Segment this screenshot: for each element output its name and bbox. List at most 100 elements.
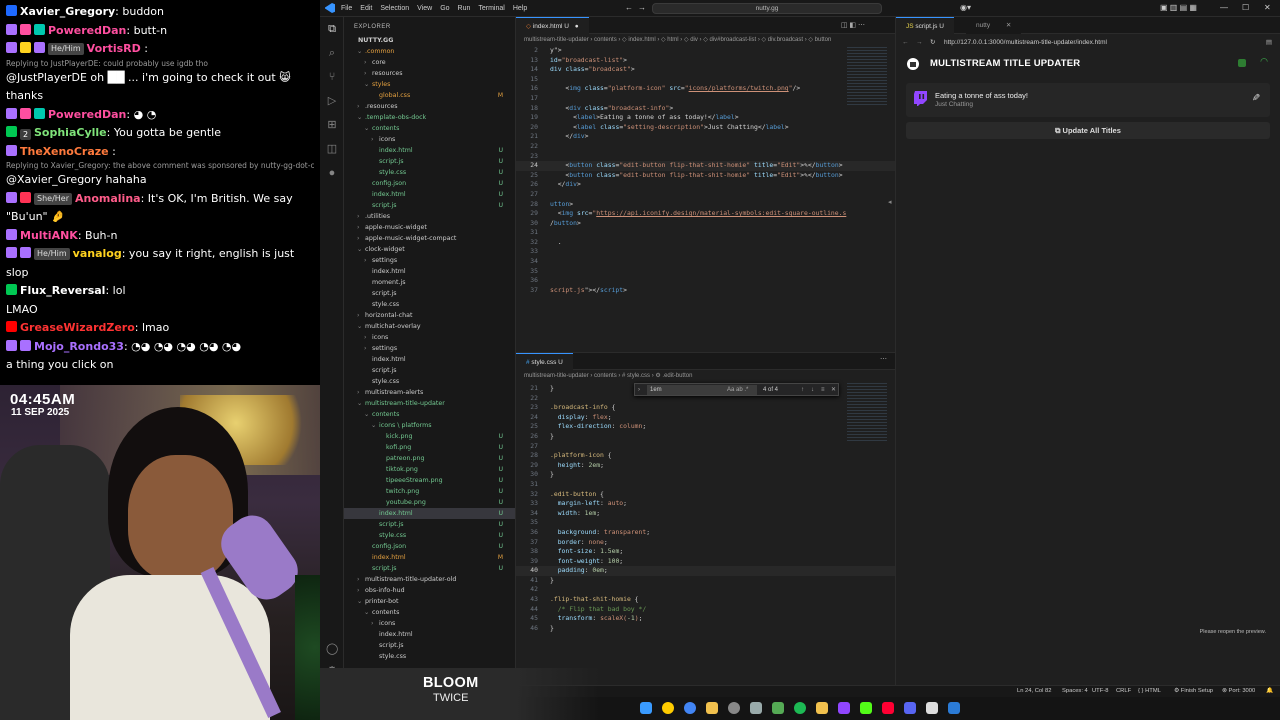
edit-pencil-icon[interactable]: ✎ [1252, 93, 1260, 104]
tab-index-html[interactable]: ◇ index.html U ● [516, 17, 589, 34]
code-line[interactable]: 45 transform: scaleX(-1); [516, 614, 895, 624]
back-icon[interactable]: ← [902, 34, 909, 52]
finish-setup[interactable]: ⚙ Finish Setup [1174, 686, 1213, 697]
code-line[interactable]: 2 y"> [516, 46, 895, 56]
tree-file[interactable]: script.js [344, 288, 515, 299]
code-line[interactable]: 23 [516, 152, 895, 162]
code-line[interactable]: 22 [516, 142, 895, 152]
tree-folder[interactable]: › .resources [344, 101, 515, 112]
code-line[interactable]: 37 script.js"></script> [516, 286, 895, 296]
code-line[interactable]: 18 <div class="broadcast-info"> [516, 104, 895, 114]
code-line[interactable]: 21 </div> [516, 132, 895, 142]
tree-file[interactable]: NUTTY.GG [344, 35, 515, 46]
menu-item-edit[interactable]: Edit [360, 0, 372, 17]
tab-script-js[interactable]: JS script.js U [896, 17, 954, 34]
code-line[interactable]: 44 /* Flip that bad boy */ [516, 605, 895, 615]
code-area[interactable]: 21} 22 23 .broadcast-info {24 display: flex… [516, 384, 895, 633]
minimap[interactable] [847, 47, 887, 107]
source-control-icon[interactable]: ⑂ [326, 71, 338, 83]
code-line[interactable]: 30/button> [516, 219, 895, 229]
code-line[interactable]: 31 [516, 228, 895, 238]
code-area[interactable]: 2 y"> 13 id="broadcast-list"> 14 div class="b… [516, 46, 895, 295]
code-line[interactable]: 26 </div> [516, 180, 895, 190]
maximize-icon[interactable]: ☐ [1242, 3, 1249, 12]
code-line[interactable]: 43 .flip-that-shit-homie { [516, 595, 895, 605]
tree-folder[interactable]: ⌄ multistream-title-updater [344, 398, 515, 409]
menu-item-selection[interactable]: Selection [380, 0, 409, 17]
tree-file[interactable]: tipeeeStream.png U [344, 475, 515, 486]
vscode-taskbar-icon[interactable] [948, 702, 960, 714]
layout-icon[interactable]: ▣ ▥ ▤ ▦ [1160, 3, 1197, 12]
tree-folder[interactable]: › icons [344, 618, 515, 629]
back-arrow-icon[interactable]: ← [625, 3, 633, 12]
tree-folder[interactable]: ⌄ clock-widget [344, 244, 515, 255]
tree-folder[interactable]: ⌄ styles [344, 79, 515, 90]
tree-folder[interactable]: ⌄ contents [344, 409, 515, 420]
spotify-icon[interactable] [794, 702, 806, 714]
code-line[interactable]: 21} [516, 384, 895, 394]
code-line[interactable]: 42 [516, 585, 895, 595]
code-line[interactable]: 41} [516, 576, 895, 586]
tree-file[interactable]: tiktok.png U [344, 464, 515, 475]
tab-style-css[interactable]: # style.css U [516, 353, 573, 370]
chat-username[interactable]: MultiANK [20, 229, 78, 242]
breadcrumb[interactable]: multistream-title-updater › contents › ◇… [516, 34, 895, 46]
tree-file[interactable]: style.css [344, 376, 515, 387]
tree-file[interactable]: index.html [344, 354, 515, 365]
tree-file[interactable]: index.html [344, 266, 515, 277]
code-line[interactable]: 37 border: none; [516, 538, 895, 548]
app-icon[interactable] [772, 702, 784, 714]
chat-username[interactable]: vanalog [73, 247, 122, 260]
indentation[interactable]: Spaces: 4 [1062, 686, 1088, 697]
tree-file[interactable]: script.js [344, 365, 515, 376]
menu-item-go[interactable]: Go [440, 0, 449, 17]
command-center-search[interactable]: nutty.gg [652, 3, 882, 14]
tree-file[interactable]: script.js U [344, 519, 515, 530]
chrome-icon[interactable] [662, 702, 674, 714]
tree-folder[interactable]: ⌄ multichat-overlay [344, 321, 515, 332]
github-icon[interactable]: ● [326, 167, 338, 179]
tree-file[interactable]: index.html M [344, 552, 515, 563]
tree-file[interactable]: config.json U [344, 541, 515, 552]
tree-folder[interactable]: ⌄ .common [344, 46, 515, 57]
more-actions-icon[interactable]: ⋯ [880, 355, 887, 363]
update-all-titles-button[interactable]: ⧉ Update All Titles [906, 122, 1270, 139]
discord-icon[interactable] [904, 702, 916, 714]
tree-file[interactable]: index.html U [344, 508, 515, 519]
code-line[interactable]: 39 font-weight: 100; [516, 557, 895, 567]
code-line[interactable]: 36 [516, 276, 895, 286]
browser-icon[interactable] [684, 702, 696, 714]
search-icon[interactable]: ⌕ [326, 47, 338, 59]
chat-username[interactable]: Flux_Reversal [20, 284, 105, 297]
tree-folder[interactable]: › core [344, 57, 515, 68]
code-line[interactable]: 27 [516, 190, 895, 200]
code-line[interactable]: 24 <button class="edit-button flip-that-… [516, 161, 895, 171]
tree-file[interactable]: script.js U [344, 563, 515, 574]
tab-nutty[interactable]: nutty ✕ [966, 17, 1022, 34]
forward-arrow-icon[interactable]: → [638, 3, 646, 12]
tree-folder[interactable]: › apple-music-widget-compact [344, 233, 515, 244]
file-explorer-icon[interactable] [706, 702, 718, 714]
code-line[interactable]: 46} [516, 624, 895, 634]
collapse-chevron-icon[interactable]: ◂ [888, 198, 892, 206]
url-input[interactable]: http://127.0.0.1:3000/multistream-title-… [944, 34, 1107, 52]
code-line[interactable]: 23 .broadcast-info { [516, 403, 895, 413]
tree-file[interactable]: style.css U [344, 530, 515, 541]
tree-file[interactable]: kofi.png U [344, 442, 515, 453]
encoding[interactable]: UTF-8 [1092, 686, 1108, 697]
tree-folder[interactable]: › resources [344, 68, 515, 79]
language-mode[interactable]: { } HTML [1138, 686, 1161, 697]
close-tab-icon[interactable]: ✕ [1006, 22, 1011, 29]
tree-folder[interactable]: › horizontal-chat [344, 310, 515, 321]
code-line[interactable]: 34 [516, 257, 895, 267]
reload-icon[interactable]: ↻ [930, 34, 935, 52]
tree-file[interactable]: index.html U [344, 145, 515, 156]
copilot-icon[interactable]: ◉▾ [960, 3, 971, 12]
code-line[interactable]: 35 [516, 267, 895, 277]
chat-username[interactable]: GreaseWizardZero [20, 321, 135, 334]
code-line[interactable]: 34 width: 1em; [516, 509, 895, 519]
tree-folder[interactable]: › obs-info-hud [344, 585, 515, 596]
menu-item-run[interactable]: Run [458, 0, 471, 17]
tree-file[interactable]: index.html [344, 629, 515, 640]
code-line[interactable]: 33 [516, 247, 895, 257]
